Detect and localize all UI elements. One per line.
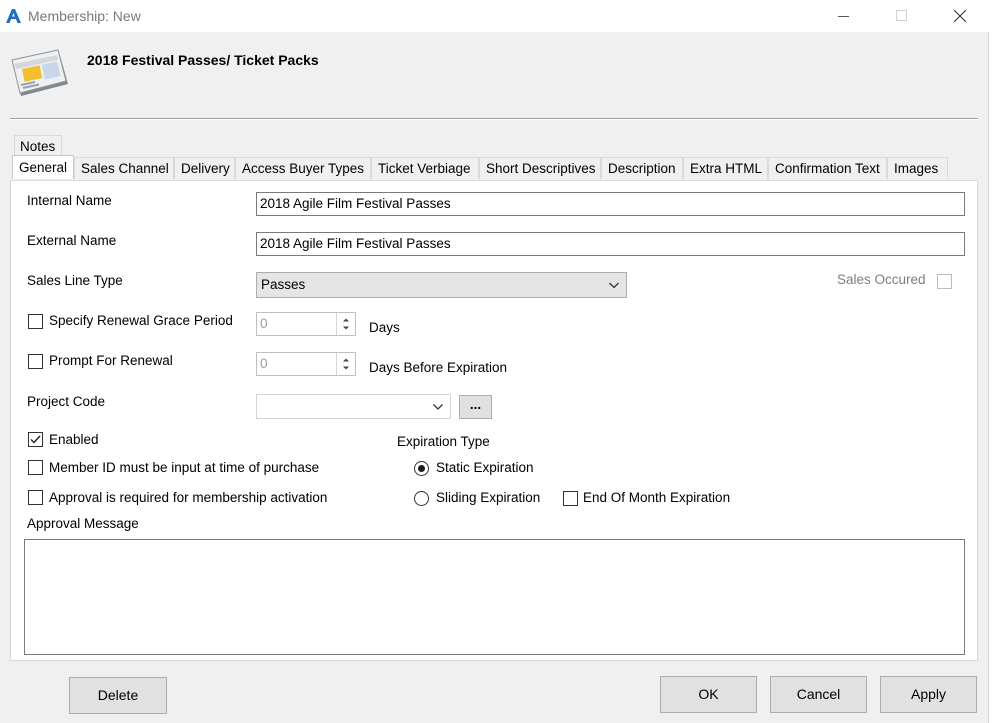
external-name-label: External Name bbox=[27, 233, 117, 248]
window-title: Membership: New bbox=[28, 8, 141, 24]
check-icon bbox=[30, 435, 41, 444]
spin-down-icon bbox=[343, 366, 349, 370]
enabled-checkbox[interactable] bbox=[28, 432, 43, 447]
window-edge bbox=[989, 32, 993, 723]
spin-buttons bbox=[336, 313, 355, 335]
internal-name-field[interactable]: 2018 Agile Film Festival Passes bbox=[256, 192, 965, 216]
prompt-renewal-stepper[interactable]: 0 bbox=[256, 352, 356, 376]
page-title: 2018 Festival Passes/ Ticket Packs bbox=[87, 52, 319, 68]
approval-required-checkbox[interactable] bbox=[28, 490, 43, 505]
renewal-grace-stepper[interactable]: 0 bbox=[256, 312, 356, 336]
project-code-browse-button[interactable]: ... bbox=[459, 395, 492, 419]
prompt-renewal-unit: Days Before Expiration bbox=[369, 360, 508, 375]
member-id-checkbox[interactable] bbox=[28, 460, 43, 475]
maximize-icon bbox=[896, 10, 907, 21]
renewal-grace-checkbox[interactable] bbox=[28, 314, 43, 329]
project-code-label: Project Code bbox=[27, 394, 106, 409]
minimize-button[interactable] bbox=[821, 0, 867, 32]
sliding-expiration-label: Sliding Expiration bbox=[436, 490, 541, 505]
prompt-renewal-label: Prompt For Renewal bbox=[49, 353, 173, 368]
sales-line-type-label: Sales Line Type bbox=[27, 273, 123, 288]
membership-card-icon bbox=[11, 49, 68, 96]
approval-message-textarea[interactable] bbox=[24, 539, 965, 655]
static-expiration-radio[interactable] bbox=[414, 461, 429, 476]
chevron-down-icon bbox=[432, 395, 444, 421]
tab-short-descriptives[interactable]: Short Descriptives bbox=[479, 157, 601, 179]
end-of-month-label: End Of Month Expiration bbox=[583, 490, 731, 505]
tab-access-buyer-types[interactable]: Access Buyer Types bbox=[235, 157, 371, 179]
project-code-dropdown[interactable] bbox=[256, 394, 451, 419]
sales-occured-checkbox[interactable] bbox=[937, 274, 952, 289]
approval-message-label: Approval Message bbox=[27, 516, 139, 531]
sales-occured-label: Sales Occured bbox=[837, 272, 926, 287]
tab-delivery[interactable]: Delivery bbox=[174, 157, 235, 179]
enabled-label: Enabled bbox=[49, 432, 99, 447]
sliding-expiration-radio[interactable] bbox=[414, 491, 429, 506]
radio-selected-dot bbox=[418, 465, 425, 472]
close-icon bbox=[953, 9, 967, 23]
tab-strip: General Sales Channel Delivery Access Bu… bbox=[12, 155, 948, 179]
sales-line-type-value: Passes bbox=[261, 277, 306, 292]
minimize-icon bbox=[838, 16, 849, 17]
tab-images[interactable]: Images bbox=[887, 157, 948, 179]
chevron-down-icon bbox=[608, 273, 620, 305]
member-id-label: Member ID must be input at time of purch… bbox=[49, 460, 320, 475]
end-of-month-checkbox[interactable] bbox=[563, 491, 578, 506]
expiration-type-label: Expiration Type bbox=[397, 434, 490, 449]
tab-general[interactable]: General bbox=[12, 155, 74, 179]
tab-extra-html[interactable]: Extra HTML bbox=[683, 157, 768, 179]
tab-notes[interactable]: Notes bbox=[14, 135, 62, 157]
tab-ticket-verbiage[interactable]: Ticket Verbiage bbox=[371, 157, 479, 179]
sales-line-type-dropdown[interactable]: Passes bbox=[256, 272, 627, 298]
prompt-renewal-value: 0 bbox=[260, 356, 268, 371]
tab-confirmation-text[interactable]: Confirmation Text bbox=[768, 157, 887, 179]
spin-down-icon bbox=[343, 326, 349, 330]
prompt-renewal-checkbox[interactable] bbox=[28, 354, 43, 369]
maximize-button[interactable] bbox=[879, 0, 925, 32]
delete-button[interactable]: Delete bbox=[69, 677, 167, 714]
approval-required-label: Approval is required for membership acti… bbox=[49, 490, 328, 505]
header-divider bbox=[10, 118, 978, 120]
tab-sales-channel[interactable]: Sales Channel bbox=[74, 157, 174, 179]
spin-up-icon bbox=[343, 358, 349, 362]
spin-buttons bbox=[336, 353, 355, 375]
renewal-grace-unit: Days bbox=[369, 320, 400, 335]
apply-button[interactable]: Apply bbox=[880, 676, 977, 713]
ok-button[interactable]: OK bbox=[660, 676, 757, 713]
window-edge-line bbox=[988, 32, 989, 723]
internal-name-label: Internal Name bbox=[27, 193, 112, 208]
tab-description[interactable]: Description bbox=[601, 157, 683, 179]
renewal-grace-label: Specify Renewal Grace Period bbox=[49, 313, 233, 328]
cancel-button[interactable]: Cancel bbox=[770, 676, 867, 713]
static-expiration-label: Static Expiration bbox=[436, 460, 534, 475]
external-name-field[interactable]: 2018 Agile Film Festival Passes bbox=[256, 232, 965, 256]
spin-up-icon bbox=[343, 318, 349, 322]
app-logo-icon bbox=[6, 9, 21, 23]
renewal-grace-value: 0 bbox=[260, 316, 268, 331]
close-button[interactable] bbox=[937, 0, 983, 32]
